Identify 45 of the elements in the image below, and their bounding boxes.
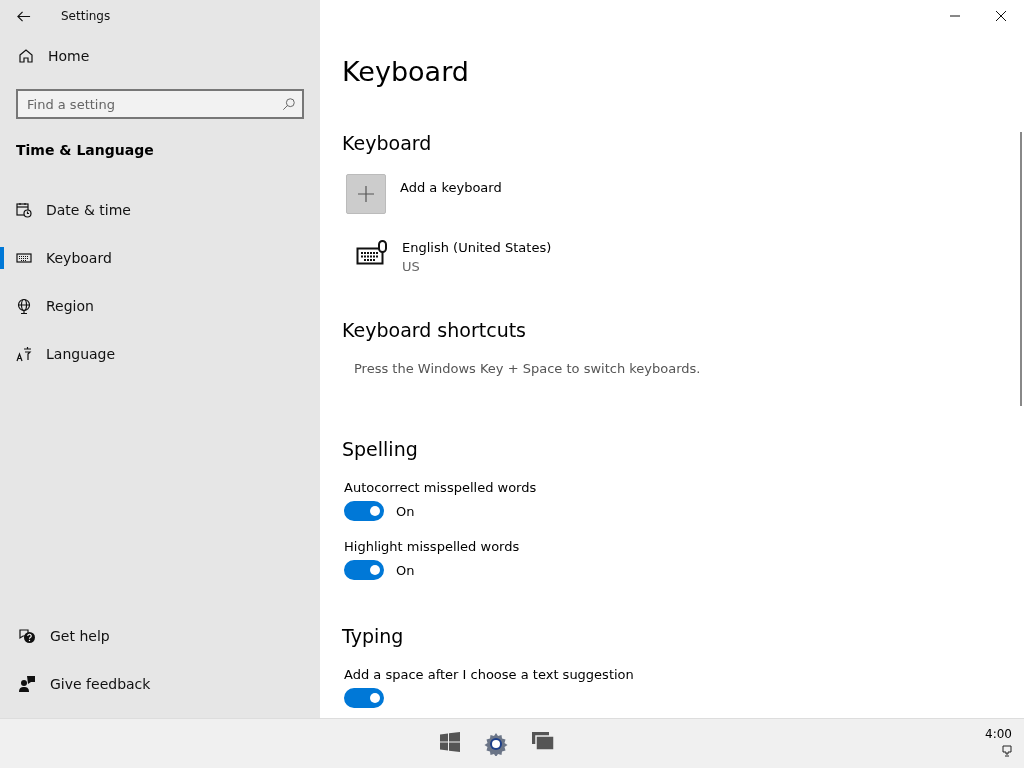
globe-icon: [16, 298, 32, 314]
toggle-switch[interactable]: [344, 688, 384, 708]
search-field[interactable]: Find a setting: [16, 89, 304, 119]
shortcut-note: Press the Windows Key + Space to switch keyboards.: [354, 361, 702, 376]
keyboard-icon: [16, 252, 32, 264]
settings-icon: [484, 731, 508, 756]
sidebar-item[interactable]: Keyboard: [0, 234, 320, 282]
page-title: Keyboard: [342, 56, 470, 87]
notification-icon[interactable]: [1002, 745, 1012, 757]
toggle-switch[interactable]: [344, 560, 384, 580]
section-heading: Spelling: [342, 438, 419, 460]
person-speech-bubble-icon: [18, 675, 36, 693]
setting-label: Autocorrect misspelled words: [344, 480, 538, 495]
window-title: Settings: [61, 9, 111, 23]
keyboard-name[interactable]: English (United States): [402, 240, 552, 255]
clock[interactable]: 4:00: [985, 727, 1012, 741]
sidebar-link[interactable]: Give feedback: [0, 660, 320, 708]
section-heading: Typing: [342, 625, 405, 647]
help-speech-bubble-icon: [18, 627, 36, 645]
sidebar-item[interactable]: Language: [0, 330, 320, 378]
toggle-state: On: [396, 562, 415, 578]
keyboard-layout: US: [402, 259, 421, 274]
sidebar-link[interactable]: Get help: [0, 612, 320, 660]
windows-logo-icon: [440, 731, 460, 752]
toggle-switch[interactable]: [344, 501, 384, 521]
add-keyboard-label[interactable]: Add a keyboard: [400, 180, 502, 195]
section-heading: Keyboard shortcuts: [342, 319, 528, 341]
plus-icon: [357, 185, 375, 203]
setting-label: Highlight misspelled words: [344, 539, 521, 554]
overlapping-windows-icon: [532, 731, 554, 750]
home-icon: [18, 48, 34, 64]
close-icon: [995, 10, 1007, 22]
category-heading: Time & Language: [16, 142, 155, 158]
toggle-state: On: [396, 503, 415, 519]
keyboard-mouse-icon: [356, 240, 388, 266]
scrollbar[interactable]: [1020, 132, 1022, 406]
language-icon: [16, 346, 32, 362]
sidebar-item[interactable]: Region: [0, 282, 320, 330]
setting-label: Add a space after I choose a text suggestion: [344, 667, 635, 682]
sidebar-item[interactable]: Date & time: [0, 186, 320, 234]
home-item[interactable]: Home: [0, 32, 320, 80]
section-heading: Keyboard: [342, 132, 433, 154]
search-icon: [282, 97, 296, 111]
calendar-clock-icon: [16, 202, 32, 218]
settings-button[interactable]: [484, 731, 508, 756]
